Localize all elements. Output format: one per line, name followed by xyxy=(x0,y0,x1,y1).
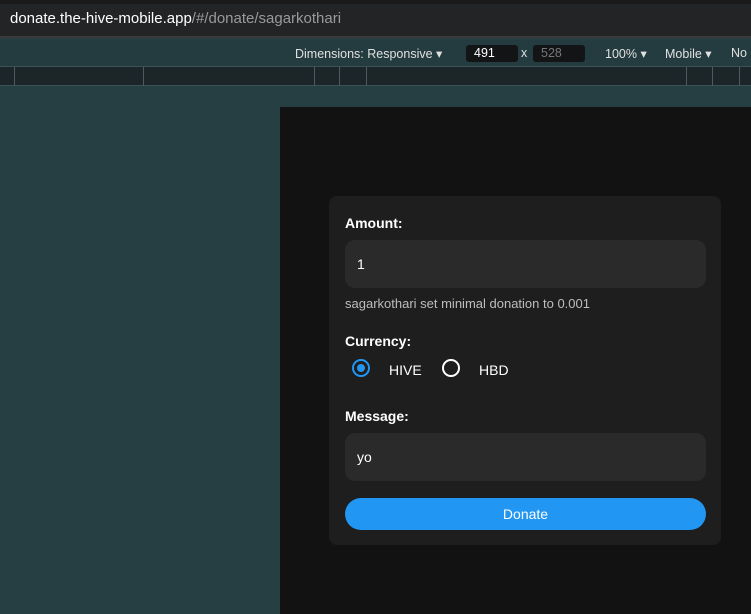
height-input[interactable]: 528 xyxy=(533,45,585,62)
responsive-toolbar: Dimensions: Responsive ▾ 491 x 528 100% … xyxy=(0,40,751,66)
width-input[interactable]: 491 xyxy=(466,45,518,62)
donate-button[interactable]: Donate xyxy=(345,498,706,530)
throttle-dropdown[interactable]: No xyxy=(731,46,747,60)
message-input[interactable]: yo xyxy=(345,433,706,481)
device-dropdown[interactable]: Mobile ▾ xyxy=(665,46,712,61)
url-host: donate.the-hive-mobile.app xyxy=(10,10,192,27)
radio-hive-label[interactable]: HIVE xyxy=(389,362,422,378)
address-bar[interactable]: donate.the-hive-mobile.app/#/donate/saga… xyxy=(0,4,751,38)
url-path: /#/donate/sagarkothari xyxy=(191,10,342,27)
min-donation-hint: sagarkothari set minimal donation to 0.0… xyxy=(345,296,590,311)
radio-hbd-label[interactable]: HBD xyxy=(479,362,509,378)
zoom-dropdown[interactable]: 100% ▾ xyxy=(605,46,647,61)
amount-label: Amount: xyxy=(345,215,403,231)
donate-card: Amount: 1 sagarkothari set minimal donat… xyxy=(329,196,721,545)
radio-hive[interactable] xyxy=(352,359,370,377)
currency-label: Currency: xyxy=(345,333,412,349)
message-label: Message: xyxy=(345,408,409,424)
amount-input[interactable]: 1 xyxy=(345,240,706,288)
media-query-ruler xyxy=(0,66,751,86)
radio-hbd[interactable] xyxy=(442,359,460,377)
times-sign: x xyxy=(521,46,528,60)
dimensions-dropdown[interactable]: Dimensions: Responsive ▾ xyxy=(295,46,442,61)
page-viewport: Amount: 1 sagarkothari set minimal donat… xyxy=(280,107,751,614)
